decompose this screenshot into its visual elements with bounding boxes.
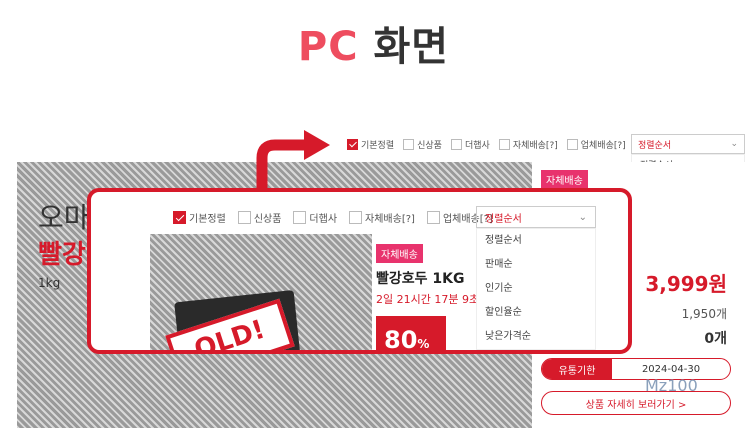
sort-option[interactable]: 정렬순서 bbox=[477, 229, 595, 253]
delivery-tag: 자체배송 bbox=[376, 244, 423, 263]
checkbox-checked-icon[interactable] bbox=[173, 211, 186, 224]
checkbox-icon[interactable] bbox=[237, 211, 251, 224]
sort-select-zoom[interactable]: 정렬순서 ⌄ bbox=[476, 206, 596, 228]
product-title: 빨강호두 1KG bbox=[376, 271, 465, 287]
sort-option[interactable]: 판매순 bbox=[477, 253, 595, 277]
filter-new[interactable]: 신상품 bbox=[237, 210, 281, 225]
filter-self-delivery[interactable]: 자체배송[?] bbox=[349, 210, 415, 225]
checkbox-icon[interactable] bbox=[349, 211, 363, 224]
sort-options-zoom: 정렬순서 판매순 인기순 할인율순 낮은가격순 bbox=[476, 228, 596, 350]
sort-option[interactable]: 할인율순 bbox=[477, 301, 595, 325]
screen: PC 화면 기본정렬 신상품 더햅사 자체배송[?] 업체배송[?] 정렬순서 ⌄… bbox=[0, 0, 747, 443]
sort-option[interactable]: 인기순 bbox=[477, 277, 595, 301]
discount-badge: 80% bbox=[376, 316, 446, 350]
zoom-callout: 기본정렬 신상품 더햅사 자체배송[?] 업체배송[?] 정렬순서 ⌄ 정렬순서 … bbox=[87, 188, 632, 354]
checkbox-icon[interactable] bbox=[426, 211, 440, 224]
sort-option[interactable]: 낮은가격순 bbox=[477, 325, 595, 349]
filter-default[interactable]: 기본정렬 bbox=[173, 210, 226, 225]
filter-bar-zoom: 기본정렬 신상품 더햅사 자체배송[?] 업체배송[?] bbox=[173, 210, 493, 225]
chevron-down-icon: ⌄ bbox=[578, 211, 587, 223]
filter-more[interactable]: 더햅사 bbox=[293, 210, 337, 225]
countdown-timer: 2일 21시간 17분 9초 bbox=[376, 293, 476, 306]
product-image-zoom: OLD! bbox=[150, 234, 372, 350]
checkbox-icon[interactable] bbox=[293, 211, 307, 224]
